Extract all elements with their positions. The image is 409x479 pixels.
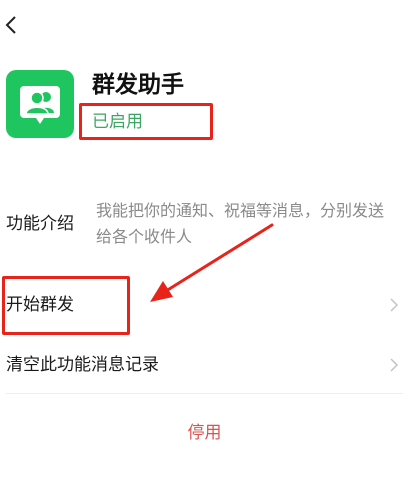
group-broadcast-icon xyxy=(20,86,60,124)
back-button[interactable] xyxy=(4,14,20,36)
disable-button[interactable]: 停用 xyxy=(0,421,409,445)
chevron-right-icon xyxy=(390,298,399,312)
clear-records-row[interactable]: 清空此功能消息记录 xyxy=(0,337,409,393)
start-highlight-box xyxy=(2,276,130,335)
clear-records-label: 清空此功能消息记录 xyxy=(6,355,159,375)
divider xyxy=(6,393,403,394)
status-highlight-box xyxy=(79,103,213,140)
intro-description: 我能把你的通知、祝福等消息，分别发送给各个收件人 xyxy=(96,201,385,246)
app-icon xyxy=(6,70,74,138)
chevron-left-icon xyxy=(5,16,16,34)
chevron-right-icon xyxy=(390,358,399,372)
app-title: 群发助手 xyxy=(92,72,184,98)
intro-label: 功能介绍 xyxy=(6,214,74,234)
